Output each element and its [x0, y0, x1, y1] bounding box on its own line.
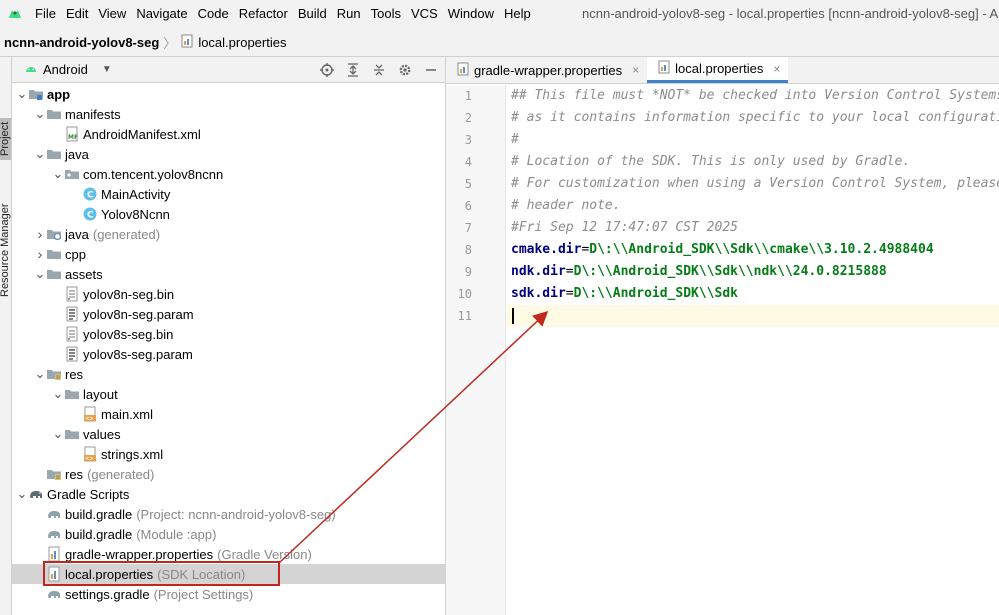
annotation-arrow: [278, 310, 549, 564]
